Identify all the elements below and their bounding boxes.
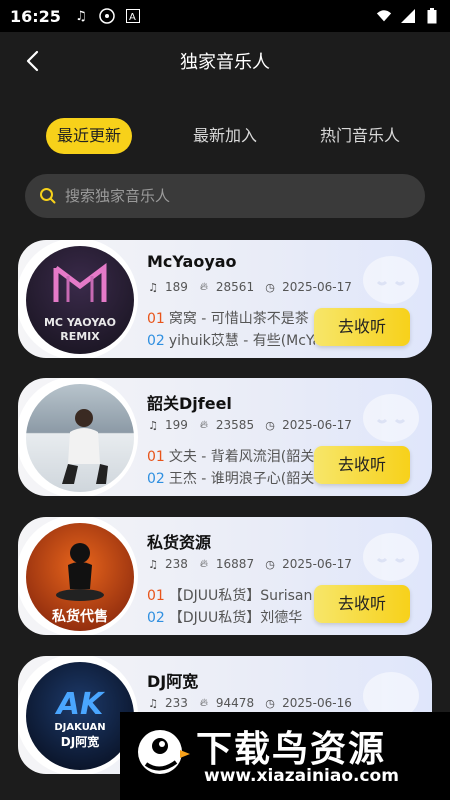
svg-text:DJ阿宽: DJ阿宽 [61, 734, 99, 749]
djakuan-logo-icon: AK DJAKUAN DJ阿宽 [54, 687, 106, 749]
svg-text:DJAKUAN: DJAKUAN [54, 722, 105, 733]
svg-text:MC YAOYAO: MC YAOYAO [44, 316, 116, 329]
mcyaoyao-logo-icon: MC YAOYAO REMIX [44, 263, 116, 343]
artist-card[interactable]: 私货代售 私货资源 ♫ 238 🔥︎ 16887 ◷ 2025-06-17 01 【DJ… [18, 517, 432, 635]
artist-avatar: AK DJAKUAN DJ阿宽 [26, 662, 134, 770]
app-a-icon: A [125, 8, 141, 24]
svg-text:AK: AK [55, 687, 106, 722]
track-row[interactable]: 01 窝窝 - 可惜山茶不是茶 [147, 308, 315, 328]
svg-text:私货代售: 私货代售 [52, 608, 108, 625]
artist-stats: ♫ 189 🔥︎ 28561 ◷ 2025-06-17 [148, 280, 352, 294]
chevron-left-icon [26, 50, 39, 72]
svg-text:A: A [129, 12, 136, 23]
track-row[interactable]: 02 【DJUU私货】刘德华 [147, 607, 315, 627]
dj-girl-logo-icon: 私货代售 [52, 543, 108, 625]
mascot-watermark-icon [363, 533, 419, 581]
banner-title: 下载鸟资源 [196, 729, 387, 770]
watermark-banner: 下载鸟资源 www.xiazainiao.com [120, 712, 450, 800]
search-input[interactable] [65, 187, 385, 205]
mascot-watermark-icon [363, 394, 419, 442]
search-icon [40, 188, 56, 204]
music-note-icon: ♫ [148, 557, 158, 571]
artist-avatar: 私货代售 [26, 523, 134, 631]
artist-stats: ♫ 199 🔥︎ 23585 ◷ 2025-06-17 [148, 418, 352, 432]
artist-stats: ♫ 233 🔥︎ 94478 ◷ 2025-06-16 [148, 696, 352, 710]
signal-icon [400, 8, 416, 24]
clock-icon: ◷ [265, 557, 275, 571]
music-note-icon: ♫ [75, 8, 87, 24]
tab-recent-update[interactable]: 最近更新 [46, 118, 132, 154]
music-note-icon: ♫ [148, 418, 158, 432]
clock-icon: ◷ [265, 280, 275, 294]
bird-logo-icon [138, 730, 190, 774]
tab-newly-added[interactable]: 最新加入 [182, 118, 268, 154]
search-bar [25, 174, 425, 218]
listen-button[interactable]: 去收听 [314, 308, 410, 346]
battery-icon [424, 8, 440, 24]
person-photo-icon [62, 409, 108, 484]
music-note-icon: ♫ [148, 696, 158, 710]
track-row[interactable]: 02 yihuik苡慧 - 有些(McYa [147, 330, 315, 350]
flame-icon: 🔥︎ [199, 557, 208, 570]
page-title: 独家音乐人 [180, 52, 270, 73]
flame-icon: 🔥︎ [199, 696, 208, 709]
status-bar: 16:25 ♫ A [0, 0, 450, 32]
flame-icon: 🔥︎ [199, 418, 208, 431]
tab-popular-artists[interactable]: 热门音乐人 [310, 118, 410, 154]
clock-icon: ◷ [265, 696, 275, 710]
svg-text:REMIX: REMIX [60, 330, 100, 343]
app-header: 独家音乐人 [0, 32, 450, 90]
tab-bar: 最近更新 最新加入 热门音乐人 [0, 118, 450, 158]
listen-button[interactable]: 去收听 [314, 446, 410, 484]
flame-icon: 🔥︎ [199, 280, 208, 293]
back-button[interactable] [20, 48, 46, 74]
artist-card[interactable]: 韶关Djfeel ♫ 199 🔥︎ 23585 ◷ 2025-06-17 01 文夫 -… [18, 378, 432, 496]
artist-name: DJ阿宽 [147, 672, 199, 691]
artist-card[interactable]: MC YAOYAO REMIX McYaoyao ♫ 189 🔥︎ 28561 ◷ 2… [18, 240, 432, 358]
mascot-watermark-icon [363, 256, 419, 304]
wifi-icon [376, 8, 392, 24]
banner-url: www.xiazainiao.com [204, 766, 399, 786]
artist-name: 私货资源 [147, 533, 212, 552]
artist-avatar: MC YAOYAO REMIX [26, 246, 134, 354]
status-time: 16:25 [10, 6, 61, 26]
disc-icon [99, 8, 115, 24]
clock-icon: ◷ [265, 418, 275, 432]
listen-button[interactable]: 去收听 [314, 585, 410, 623]
music-note-icon: ♫ [148, 280, 158, 294]
artist-name: McYaoyao [147, 252, 237, 271]
artist-stats: ♫ 238 🔥︎ 16887 ◷ 2025-06-17 [148, 557, 352, 571]
track-row[interactable]: 01 【DJUU私货】Surisan [147, 585, 315, 605]
track-row[interactable]: 01 文夫 - 背着风流泪(韶关 [147, 446, 315, 466]
artist-name: 韶关Djfeel [147, 394, 232, 413]
track-row[interactable]: 02 王杰 - 谁明浪子心(韶关 [147, 468, 315, 488]
artist-avatar [26, 384, 134, 492]
